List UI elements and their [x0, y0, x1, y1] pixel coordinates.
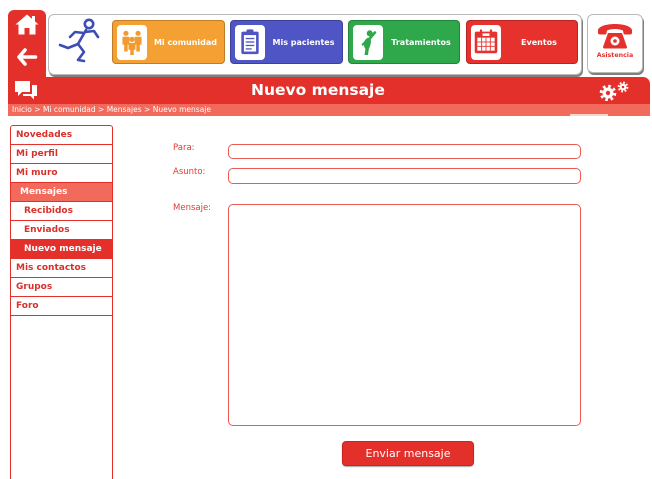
breadcrumb: Inicio > Mi comunidad > Mensajes > Nuevo…: [8, 104, 650, 116]
tab-indicator: [570, 114, 608, 116]
breadcrumb-link-mi-comunidad[interactable]: Mi comunidad: [43, 105, 96, 114]
sidebar-item-enviados[interactable]: Enviados: [11, 221, 112, 240]
sidebar-item-recibidos[interactable]: Recibidos: [11, 202, 112, 221]
message-textarea[interactable]: [228, 204, 581, 426]
nav-tratamientos[interactable]: Tratamientos: [348, 20, 460, 64]
nav-label: Mi comunidad: [153, 37, 218, 47]
sidebar-item-foro[interactable]: Foro: [11, 297, 112, 316]
page-header: Nuevo mensaje: [8, 77, 650, 104]
left-toolbar: [8, 10, 46, 78]
message-label: Mensaje:: [173, 203, 212, 213]
page-title: Nuevo mensaje: [251, 81, 385, 99]
assistance-button[interactable]: Asistencia: [587, 14, 643, 73]
sidebar-item-mi-perfil[interactable]: Mi perfil: [11, 145, 112, 164]
nav-label: Tratamientos: [391, 37, 451, 47]
exercise-icon: [353, 24, 383, 60]
breadcrumb-separator: >: [98, 105, 105, 114]
telephone-icon: [597, 21, 633, 49]
nav-label: Mis pacientes: [272, 37, 335, 47]
nav-label: Eventos: [521, 37, 557, 47]
calendar-icon: [471, 24, 501, 60]
breadcrumb-current: Nuevo mensaje: [152, 105, 211, 114]
clipboard-icon: [235, 24, 265, 60]
breadcrumb-link-mensajes[interactable]: Mensajes: [107, 105, 142, 114]
send-message-button[interactable]: Enviar mensaje: [342, 441, 474, 466]
breadcrumb-link-inicio[interactable]: Inicio: [12, 105, 32, 114]
main-nav: Mi comunidad Mis pacientes Tratamientos …: [48, 14, 582, 75]
community-icon: [117, 24, 147, 60]
subject-field[interactable]: [228, 168, 581, 184]
sidebar-item-mi-muro[interactable]: Mi muro: [11, 164, 112, 183]
back-arrow-icon[interactable]: [16, 47, 38, 67]
sidebar-item-grupos[interactable]: Grupos: [11, 278, 112, 297]
to-field[interactable]: [228, 144, 581, 159]
chat-icon: [14, 80, 38, 101]
to-label: Para:: [173, 143, 195, 153]
home-icon[interactable]: [15, 14, 39, 35]
breadcrumb-separator: >: [34, 105, 41, 114]
sidebar-item-nuevo-mensaje[interactable]: Nuevo mensaje: [11, 240, 112, 259]
sidebar-item-mensajes[interactable]: Mensajes: [11, 183, 112, 202]
nav-mi-comunidad[interactable]: Mi comunidad: [112, 20, 225, 64]
nav-eventos[interactable]: Eventos: [466, 20, 578, 64]
gears-icon[interactable]: [598, 81, 632, 101]
breadcrumb-separator: >: [144, 105, 151, 114]
running-figure-icon: [56, 17, 100, 63]
nav-mis-pacientes[interactable]: Mis pacientes: [230, 20, 343, 64]
subject-label: Asunto:: [173, 167, 206, 177]
sidebar-item-novedades[interactable]: Novedades: [11, 126, 112, 145]
sidebar-item-mis-contactos[interactable]: Mis contactos: [11, 259, 112, 278]
assistance-label: Asistencia: [596, 52, 634, 59]
sidebar: Novedades Mi perfil Mi muro Mensajes Rec…: [10, 125, 113, 479]
